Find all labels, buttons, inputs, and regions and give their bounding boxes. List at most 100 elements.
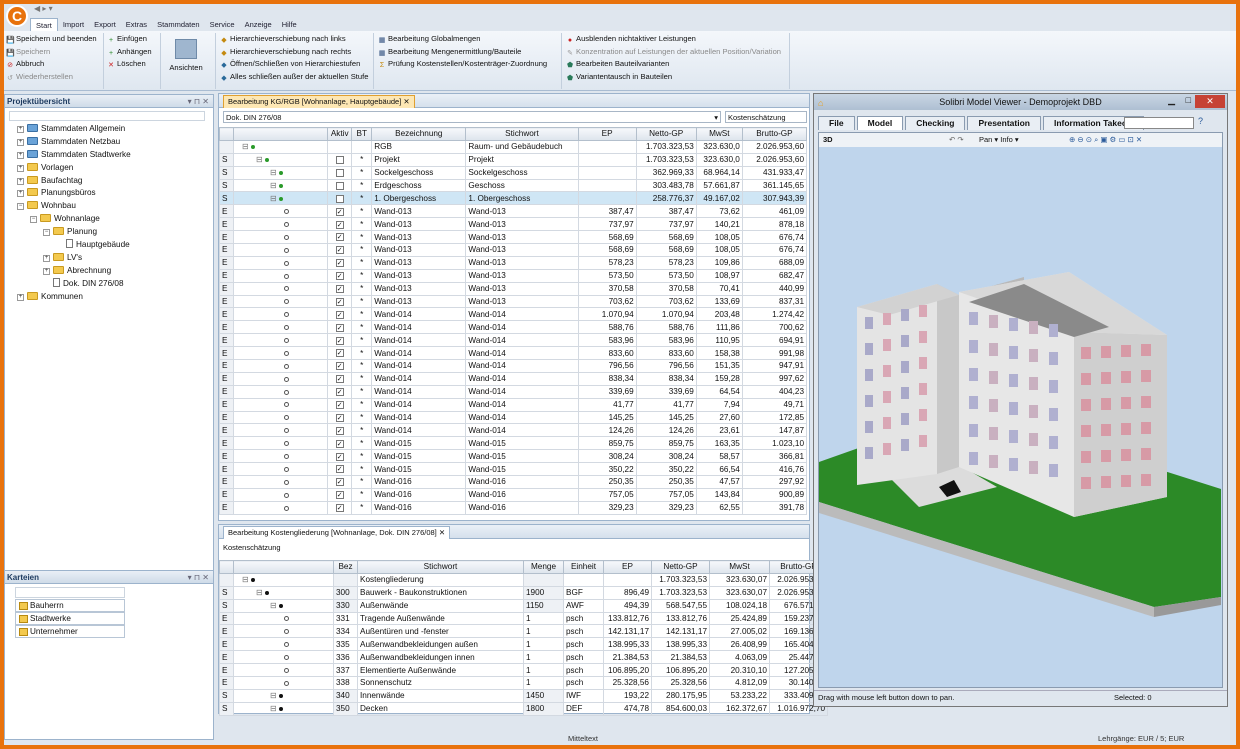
kartei-item[interactable]: Stadtwerke xyxy=(15,612,125,625)
aktiv-cell[interactable]: ✓ xyxy=(327,204,353,219)
expand-icon[interactable]: + xyxy=(43,254,50,262)
tree-node[interactable]: − Planung xyxy=(7,226,207,239)
expand-icon[interactable]: + xyxy=(43,267,50,275)
table-row[interactable]: E ✓ * Wand-016 Wand-016 329,23 329,23 62,55 391,… xyxy=(218,500,808,515)
collapse-icon[interactable]: − xyxy=(17,203,24,211)
table-row[interactable]: E ✓ * Wand-014 Wand-014 838,34 838,34 159,28 997… xyxy=(218,371,808,386)
ribbon-item-öffnen-schließen-von-hierarchiestufen[interactable]: ◆ Öffnen/Schließen von Hierarchiestufen xyxy=(218,58,373,71)
table-row[interactable]: E ✓ * Wand-015 Wand-015 308,24 308,24 58,57 366,… xyxy=(218,449,808,464)
aktiv-cell[interactable]: ✓ xyxy=(327,487,353,502)
menu-tab-anzeige[interactable]: Anzeige xyxy=(240,18,277,31)
col-header-mwst[interactable]: MwSt xyxy=(695,127,743,141)
maximize-icon[interactable]: □ xyxy=(1186,95,1191,105)
collapse-icon[interactable]: ⊟ xyxy=(270,168,279,177)
ribbon-item-variantentausch-in-bauteilen[interactable]: ⬟ Variantentausch in Bauteilen xyxy=(564,71,789,84)
tree-node[interactable]: + Planungsbüros xyxy=(7,187,207,200)
table-row[interactable]: E 331 Tragende Außenwände 1 psch 133.812,76 13… xyxy=(219,611,828,626)
table-row[interactable]: E ✓ * Wand-014 Wand-014 339,69 339,69 64,54 404,… xyxy=(218,384,808,399)
solibri-tab-presentation[interactable]: Presentation xyxy=(967,116,1041,130)
kartei-item[interactable]: Bauherrn xyxy=(15,599,125,612)
aktiv-cell[interactable]: ✓ xyxy=(327,217,353,232)
pan-info-tools[interactable]: Pan ▾ Info ▾ xyxy=(979,133,1019,147)
tree-node[interactable]: + Stammdaten Netzbau xyxy=(7,136,207,149)
table-row[interactable]: ⊟ Kostengliederung 1.703.323,53 323.630,07… xyxy=(219,572,828,587)
aktiv-cell[interactable] xyxy=(327,165,353,180)
expand-icon[interactable]: + xyxy=(17,293,24,301)
expand-icon[interactable]: + xyxy=(17,126,24,133)
aktiv-checkbox[interactable]: ✓ xyxy=(335,220,344,229)
table-row[interactable]: S ⊟ * Sockelgeschoss Sockelgeschoss 362.969,… xyxy=(218,165,808,180)
minimize-icon[interactable]: ▁ xyxy=(1168,95,1175,106)
collapse-icon[interactable]: ⊟ xyxy=(270,194,279,203)
table-row[interactable]: E ✓ * Wand-016 Wand-016 250,35 250,35 47,57 297,… xyxy=(218,475,808,489)
aktiv-cell[interactable] xyxy=(327,178,353,193)
aktiv-checkbox[interactable]: ✓ xyxy=(335,336,344,345)
ribbon-item-bearbeitung-mengenermittlung-bauteile[interactable]: ▦ Bearbeitung Mengenermittlung/Bauteile xyxy=(376,46,561,59)
col-header-netto-gp[interactable]: Netto-GP xyxy=(635,127,697,141)
ribbon-item-ausblenden-nichtaktiver-leistungen[interactable]: ● Ausblenden nichtaktiver Leistungen xyxy=(564,33,789,46)
ribbon-item-konzentration-auf-leistungen-der-aktuellen-position-variation[interactable]: ✎ Konzentration auf Leistungen der aktuel… xyxy=(564,46,789,59)
aktiv-cell[interactable]: ✓ xyxy=(327,436,353,451)
aktiv-checkbox[interactable]: ✓ xyxy=(335,452,344,461)
table-row[interactable]: E ✓ * Wand-014 Wand-014 796,56 796,56 151,35 947… xyxy=(218,359,808,373)
col-header-ep[interactable]: EP xyxy=(603,560,652,574)
col-header-mwst[interactable]: MwSt xyxy=(709,560,770,574)
aktiv-cell[interactable]: ✓ xyxy=(327,475,353,489)
expand-icon[interactable]: + xyxy=(17,177,24,185)
tree-node[interactable]: + Vorlagen xyxy=(7,162,207,175)
aktiv-checkbox[interactable]: ✓ xyxy=(335,465,344,474)
tree-node[interactable]: + Stammdaten Stadtwerke xyxy=(7,149,207,162)
menu-tab-extras[interactable]: Extras xyxy=(121,18,152,31)
aktiv-checkbox[interactable]: ✓ xyxy=(335,272,344,281)
collapse-icon[interactable]: ⊟ xyxy=(270,691,279,700)
aktiv-cell[interactable] xyxy=(327,152,353,167)
expand-icon[interactable]: + xyxy=(17,151,24,159)
table-row[interactable]: S ⊟ 350 Decken 1800 DEF 474,78 854.600,03 162.3… xyxy=(219,701,828,716)
menu-tab-stammdaten[interactable]: Stammdaten xyxy=(152,18,205,31)
kartei-item[interactable]: Unternehmer xyxy=(15,625,125,638)
tree-node[interactable]: + Kommunen xyxy=(7,291,207,304)
aktiv-checkbox[interactable]: ✓ xyxy=(335,504,344,513)
solibri-tab-model[interactable]: Model xyxy=(856,116,904,130)
aktiv-cell[interactable]: ✓ xyxy=(327,281,353,296)
collapse-icon[interactable]: ⊟ xyxy=(270,601,279,610)
table-row[interactable]: E ✓ * Wand-016 Wand-016 757,05 757,05 143,84 900… xyxy=(218,487,808,502)
aktiv-checkbox[interactable]: ✓ xyxy=(335,375,344,384)
collapse-icon[interactable]: ⊟ xyxy=(256,588,265,597)
aktiv-cell[interactable]: ✓ xyxy=(327,307,353,322)
aktiv-cell[interactable]: ✓ xyxy=(327,359,353,373)
menu-tab-service[interactable]: Service xyxy=(205,18,240,31)
table-row[interactable]: S ⊟ 300 Bauwerk - Baukonstruktionen 1900 BGF… xyxy=(219,585,828,600)
tree-node[interactable]: − Wohnbau xyxy=(7,200,207,213)
tree-node[interactable]: Hauptgebäude xyxy=(7,239,207,252)
aktiv-cell[interactable]: ✓ xyxy=(327,294,353,309)
table-row[interactable]: E ✓ * Wand-014 Wand-014 41,77 41,77 7,94 49,71 xyxy=(218,397,808,412)
ribbon-item-bearbeitung-globalmengen[interactable]: ▦ Bearbeitung Globalmengen xyxy=(376,33,561,46)
tree-node[interactable]: Dok. DIN 276/08 xyxy=(7,277,207,291)
aktiv-cell[interactable]: ✓ xyxy=(327,462,353,477)
ansichten-button[interactable]: Ansichten xyxy=(166,39,206,72)
menu-tab-export[interactable]: Export xyxy=(89,18,121,31)
aktiv-checkbox[interactable] xyxy=(335,168,344,177)
collapse-icon[interactable]: ⊟ xyxy=(242,575,251,584)
app-menu-orb-icon[interactable]: C xyxy=(6,5,28,27)
ribbon-item-einfügen[interactable]: + Einfügen xyxy=(105,33,160,46)
collapse-icon[interactable]: ⊟ xyxy=(270,704,279,713)
aktiv-checkbox[interactable]: ✓ xyxy=(335,233,344,242)
aktiv-checkbox[interactable]: ✓ xyxy=(335,426,344,435)
table-row[interactable]: E ✓ * Wand-013 Wand-013 573,50 573,50 108,97 682… xyxy=(218,268,808,283)
col-header-einheit[interactable]: Einheit xyxy=(563,560,604,574)
aktiv-cell[interactable]: ✓ xyxy=(327,384,353,399)
collapse-icon[interactable]: ⊟ xyxy=(242,142,251,151)
doc1-phase-field[interactable]: Kostenschätzung xyxy=(725,111,807,123)
table-row[interactable]: S ⊟ 340 Innenwände 1450 IWF 193,22 280.175,95 5… xyxy=(219,688,828,703)
aktiv-cell[interactable] xyxy=(327,191,353,206)
aktiv-cell[interactable]: ✓ xyxy=(327,423,353,438)
col-header-brutto-gp[interactable]: Brutto-GP xyxy=(741,127,808,141)
col-header-bez[interactable]: Bez xyxy=(333,560,358,574)
doc2-tab[interactable]: Bearbeitung Kostengliederung [Wohnanlage… xyxy=(223,526,451,539)
aktiv-cell[interactable]: ✓ xyxy=(327,320,353,335)
zoom-tools-icons[interactable]: ⊕ ⊖ ⊙ ⌕ ▣ ⚙ ▭ ⊡ ✕ xyxy=(1069,133,1142,147)
table-row[interactable]: E 336 Außenwandbekleidungen innen 1 psch 21.3… xyxy=(219,650,828,665)
expand-icon[interactable]: − xyxy=(43,229,50,237)
